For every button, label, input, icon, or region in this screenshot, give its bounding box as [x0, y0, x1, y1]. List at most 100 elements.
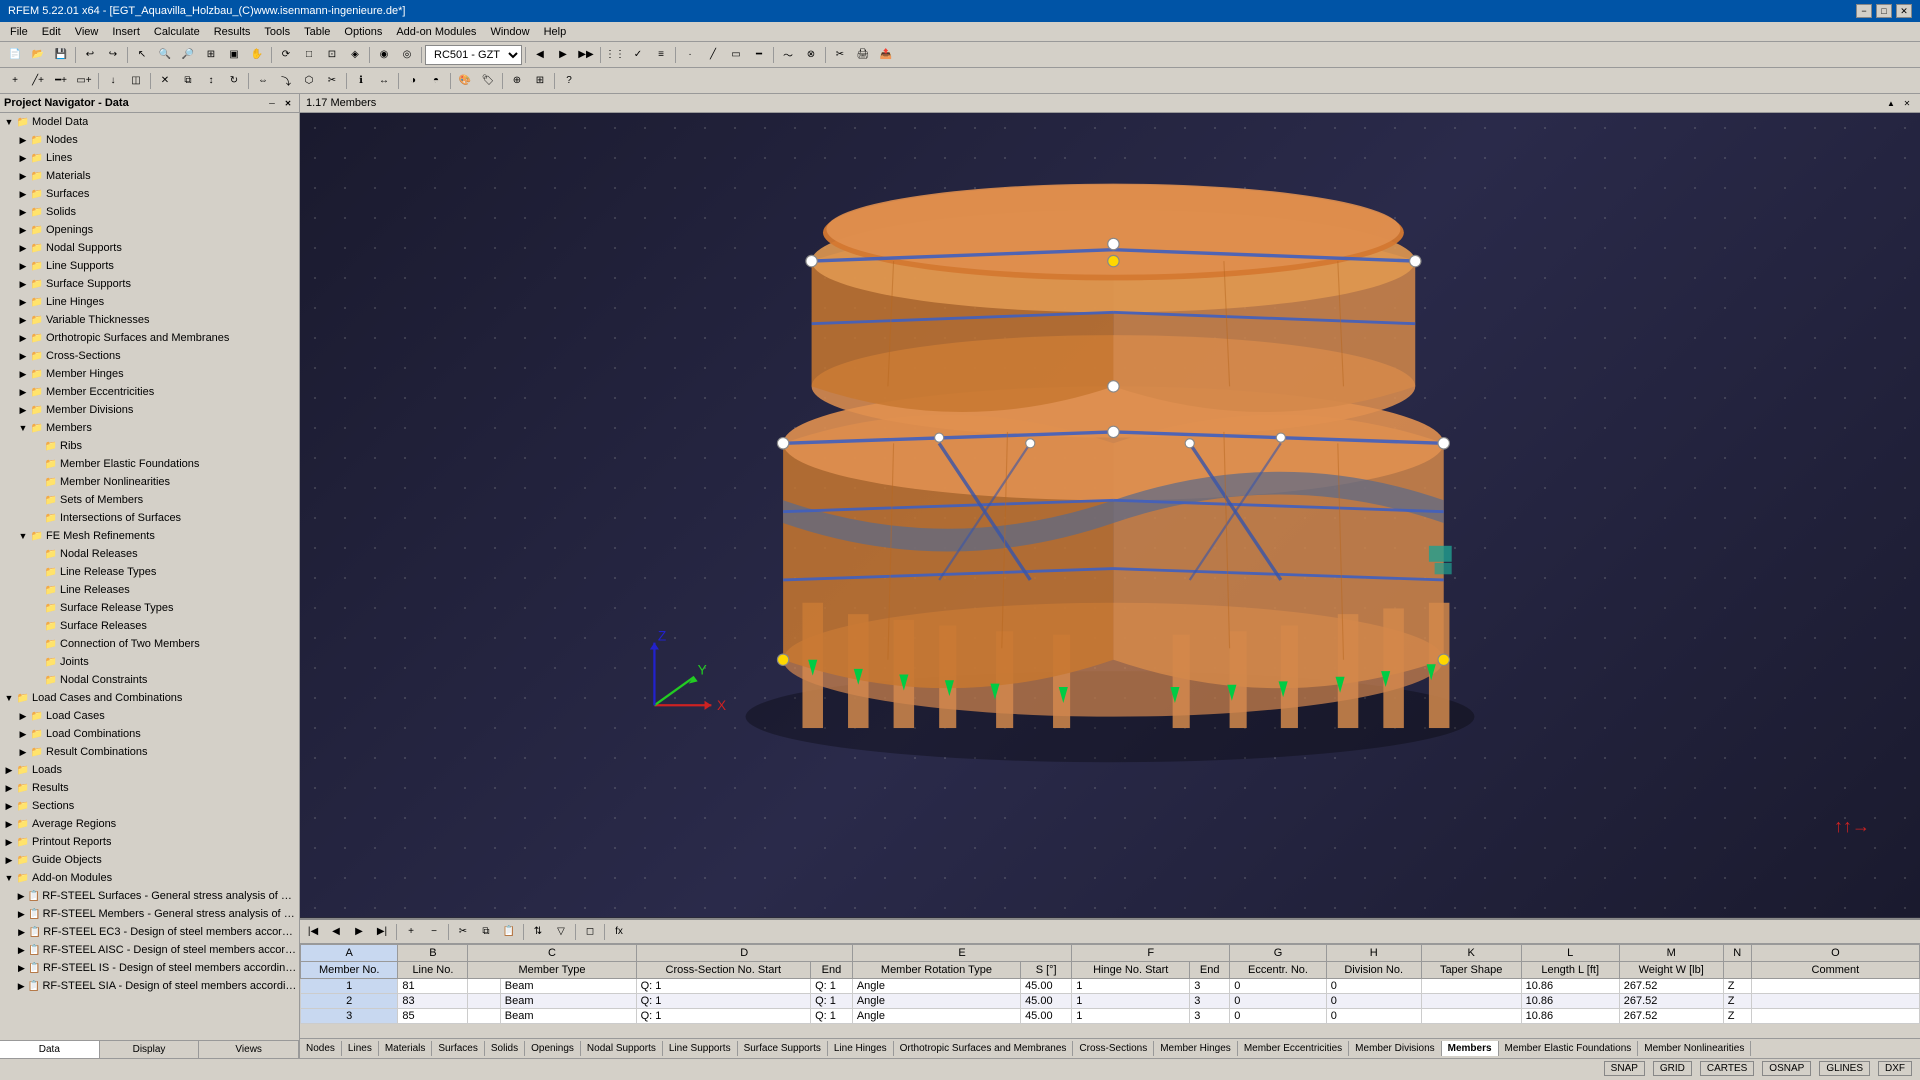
table-cell[interactable]: Q: 1 [811, 1009, 853, 1024]
table-cell[interactable] [468, 1009, 500, 1024]
tb2-delete[interactable]: ✕ [154, 71, 176, 91]
table-cell[interactable]: 85 [398, 1009, 468, 1024]
load-case-dropdown[interactable]: RC501 - GZT [425, 45, 522, 65]
tb2-measure[interactable]: ↔ [373, 71, 395, 91]
table-cell[interactable]: Q: 1 [636, 1009, 811, 1024]
table-cell[interactable] [1751, 979, 1919, 994]
tb2-mirror[interactable]: ⇔ [252, 71, 274, 91]
nav-tab-data[interactable]: Data [0, 1041, 100, 1058]
tree-expander-icon[interactable] [30, 457, 44, 471]
bottom-tab-solids[interactable]: Solids [485, 1041, 525, 1056]
table-cell[interactable]: 10.86 [1521, 1009, 1619, 1024]
tb-section[interactable]: ✂ [829, 45, 851, 65]
bt-paste[interactable]: 📋 [498, 922, 520, 942]
table-cell[interactable]: 2 [301, 994, 398, 1009]
tree-expander-icon[interactable]: ▶ [16, 385, 30, 399]
tree-item[interactable]: ▶📁Surfaces [0, 185, 299, 203]
tree-expander-icon[interactable]: ▶ [16, 259, 30, 273]
table-cell[interactable]: 0 [1326, 979, 1421, 994]
tree-item[interactable]: ▶📋RF-STEEL SIA - Design of steel members… [0, 977, 299, 995]
bottom-tab-surfaces[interactable]: Surfaces [432, 1041, 484, 1056]
table-cell[interactable]: Z [1723, 994, 1751, 1009]
tree-item[interactable]: 📁Member Nonlinearities [0, 473, 299, 491]
tree-item[interactable]: ▶📁Load Cases [0, 707, 299, 725]
nav-tab-display[interactable]: Display [100, 1041, 200, 1058]
tb-new[interactable]: 📄 [4, 45, 26, 65]
tree-item[interactable]: 📁Line Releases [0, 581, 299, 599]
tree-expander-icon[interactable] [30, 493, 44, 507]
tb2-load[interactable]: ↓ [102, 71, 124, 91]
tree-item[interactable]: ▶📋RF-STEEL EC3 - Design of steel members… [0, 923, 299, 941]
table-cell[interactable]: Angle [852, 1009, 1020, 1024]
tree-expander-icon[interactable]: ▶ [16, 745, 30, 759]
tb2-extrude[interactable]: ⬡ [298, 71, 320, 91]
tree-item[interactable]: ▶📋RF-STEEL AISC - Design of steel member… [0, 941, 299, 959]
bottom-tab-openings[interactable]: Openings [525, 1041, 581, 1056]
tb2-move[interactable]: ↕ [200, 71, 222, 91]
table-cell[interactable]: Angle [852, 979, 1020, 994]
menu-tools[interactable]: Tools [258, 24, 296, 40]
table-cell[interactable]: 45.00 [1021, 979, 1072, 994]
maximize-button[interactable]: □ [1876, 4, 1892, 18]
tree-item[interactable]: ▶📁Member Hinges [0, 365, 299, 383]
table-cell[interactable]: Z [1723, 1009, 1751, 1024]
tree-expander-icon[interactable] [30, 547, 44, 561]
tb-deform[interactable]: 〜 [777, 45, 799, 65]
tree-expander-icon[interactable]: ▼ [16, 421, 30, 435]
tree-item[interactable]: ▶📁Cross-Sections [0, 347, 299, 365]
bottom-tab-line-supports[interactable]: Line Supports [663, 1041, 738, 1056]
tree-expander-icon[interactable]: ▶ [16, 727, 30, 741]
tree-item[interactable]: ▶📁Orthotropic Surfaces and Membranes [0, 329, 299, 347]
tree-expander-icon[interactable]: ▶ [15, 961, 28, 975]
bottom-tab-surface-supports[interactable]: Surface Supports [738, 1041, 828, 1056]
tree-item[interactable]: ▶📋RF-STEEL IS - Design of steel members … [0, 959, 299, 977]
tree-item[interactable]: ▶📁Guide Objects [0, 851, 299, 869]
table-cell[interactable]: Z [1723, 979, 1751, 994]
bottom-tab-member-nonlinearities[interactable]: Member Nonlinearities [1638, 1041, 1751, 1056]
bottom-tab-materials[interactable]: Materials [379, 1041, 433, 1056]
tree-item[interactable]: ▶📋RF-STEEL Surfaces - General stress ana… [0, 887, 299, 905]
tb2-tag[interactable]: 🏷 [477, 71, 499, 91]
menu-help[interactable]: Help [538, 24, 573, 40]
tb-rotate[interactable]: ⟳ [275, 45, 297, 65]
bt-cut[interactable]: ✂ [452, 922, 474, 942]
bottom-tab-members[interactable]: Members [1442, 1041, 1499, 1056]
tree-expander-icon[interactable]: ▶ [2, 781, 16, 795]
tree-expander-icon[interactable] [30, 619, 44, 633]
bottom-tab-member-elastic-foundations[interactable]: Member Elastic Foundations [1499, 1041, 1639, 1056]
glines-button[interactable]: GLINES [1819, 1061, 1870, 1076]
tree-expander-icon[interactable]: ▶ [15, 925, 28, 939]
tree-expander-icon[interactable]: ▶ [16, 295, 30, 309]
tb2-grid2[interactable]: ⊞ [529, 71, 551, 91]
tb2-surface-add[interactable]: ▭+ [73, 71, 95, 91]
tree-item[interactable]: ▶📁Load Combinations [0, 725, 299, 743]
tree-expander-icon[interactable]: ▶ [16, 313, 30, 327]
tb-prev[interactable]: ◀ [529, 45, 551, 65]
tree-item[interactable]: ▶📁Solids [0, 203, 299, 221]
bt-new-row[interactable]: + [400, 922, 422, 942]
menu-options[interactable]: Options [338, 24, 388, 40]
tb-wire[interactable]: ◎ [396, 45, 418, 65]
bottom-tab-cross-sections[interactable]: Cross-Sections [1073, 1041, 1154, 1056]
nav-collapse[interactable]: ─ [265, 96, 279, 110]
tb-member[interactable]: ━ [748, 45, 770, 65]
tree-expander-icon[interactable] [30, 601, 44, 615]
table-cell[interactable] [1751, 1009, 1919, 1024]
table-cell[interactable]: 3 [1190, 994, 1230, 1009]
table-cell[interactable]: Q: 1 [636, 994, 811, 1009]
tb-zoom-out[interactable]: 🔎 [177, 45, 199, 65]
tb-select[interactable]: ↖ [131, 45, 153, 65]
tree-expander-icon[interactable]: ▶ [2, 817, 16, 831]
grid-button[interactable]: GRID [1653, 1061, 1692, 1076]
tb2-member-add[interactable]: ━+ [50, 71, 72, 91]
tree-item[interactable]: 📁Line Release Types [0, 563, 299, 581]
tree-expander-icon[interactable] [30, 475, 44, 489]
tb2-info[interactable]: ℹ [350, 71, 372, 91]
bt-select-all[interactable]: ◻ [579, 922, 601, 942]
menu-view[interactable]: View [69, 24, 105, 40]
tree-item[interactable]: ▶📁Printout Reports [0, 833, 299, 851]
table-row[interactable]: 181BeamQ: 1Q: 1Angle45.00130010.86267.52… [301, 979, 1920, 994]
tree-expander-icon[interactable] [30, 583, 44, 597]
view-3d-content[interactable]: X Y Z ↑↑→ [300, 113, 1920, 917]
bt-copy-table[interactable]: ⧉ [475, 922, 497, 942]
